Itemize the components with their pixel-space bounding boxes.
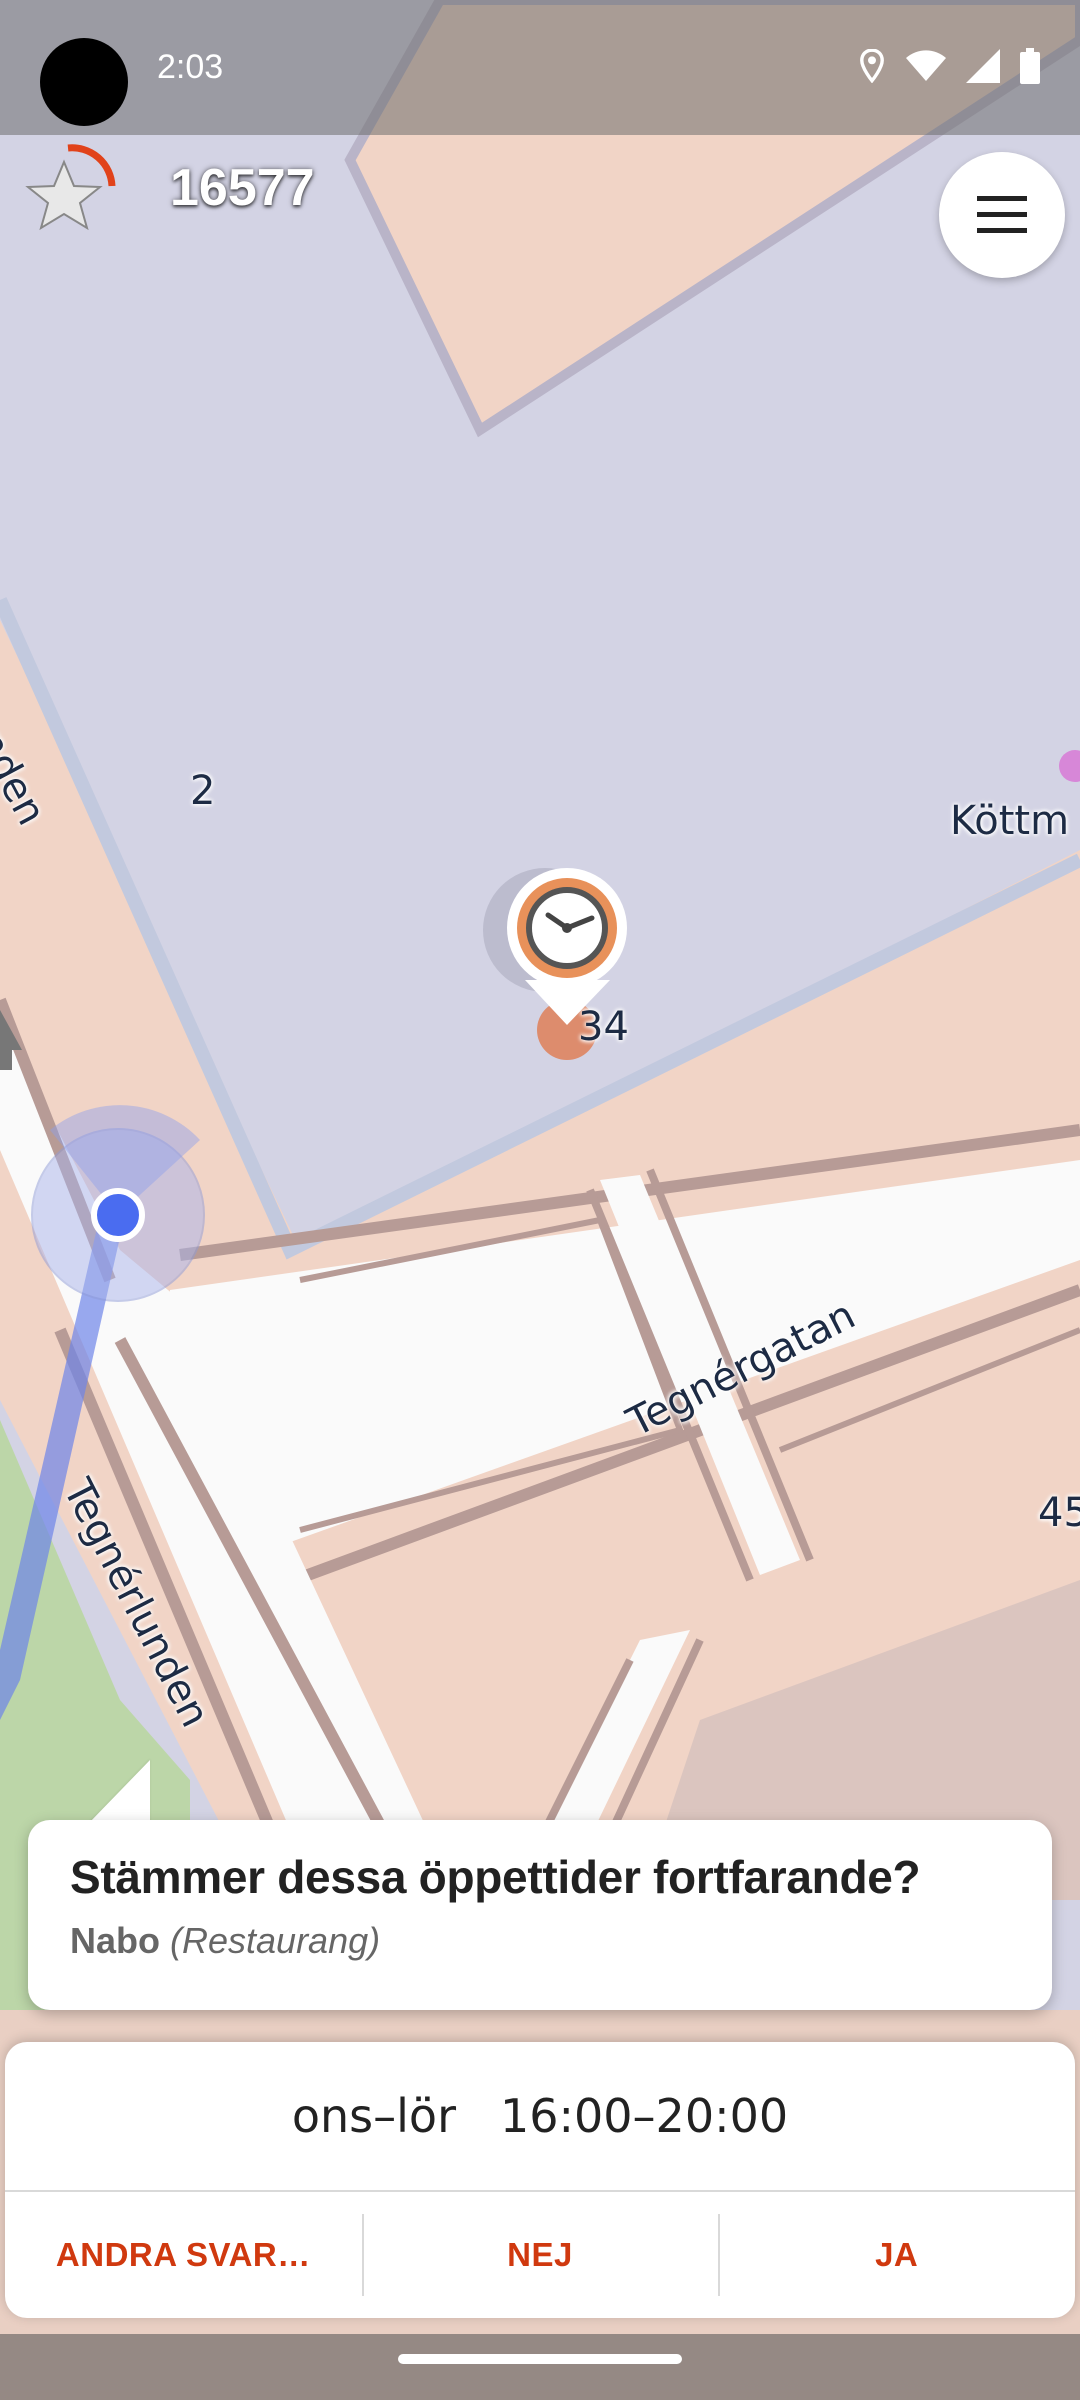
status-time: 2:03 [157, 48, 224, 86]
opening-days: ons–lör [291, 2089, 456, 2143]
quest-title: Stämmer dessa öppettider fortfarande? [70, 1851, 921, 1903]
other-answers-button[interactable]: ANDRA SVAR… [5, 2192, 362, 2318]
answer-card: ons–lör 16:00–20:00 ANDRA SVAR… NEJ JA [5, 2042, 1075, 2318]
yes-button[interactable]: JA [718, 2192, 1075, 2318]
quest-card: Stämmer dessa öppettider fortfarande? Na… [28, 1820, 1052, 2010]
location-icon [860, 49, 884, 83]
map-label-house-34: 34 [578, 1004, 629, 1050]
map-label-house-2: 2 [190, 768, 216, 814]
status-bar: 2:03 [0, 0, 1080, 135]
map-label-poi: Köttm [950, 798, 1070, 844]
camera-cutout [40, 38, 128, 126]
star-score[interactable]: 16577 [24, 140, 315, 236]
quest-card-pointer [88, 1760, 150, 1824]
opening-hours-row[interactable]: ons–lör 16:00–20:00 [5, 2042, 1075, 2190]
no-button[interactable]: NEJ [361, 2192, 719, 2318]
wifi-icon [906, 50, 946, 81]
answer-buttons: ANDRA SVAR… NEJ JA [5, 2192, 1075, 2318]
navigation-bar [0, 2334, 1080, 2400]
quest-subtitle: Nabo (Restaurang) [70, 1920, 1010, 1962]
place-name: Nabo [70, 1920, 160, 1961]
place-type: (Restaurang) [170, 1920, 381, 1961]
battery-icon [1020, 48, 1040, 84]
current-location-indicator [31, 1105, 205, 1302]
map-view[interactable] [0, 0, 1080, 2400]
signal-icon [966, 49, 1000, 83]
hamburger-menu-icon [977, 196, 1027, 233]
home-handle[interactable] [398, 2354, 682, 2364]
star-icon [24, 140, 120, 236]
menu-button[interactable] [939, 152, 1065, 278]
opening-time: 16:00–20:00 [499, 2089, 789, 2143]
score-value: 16577 [170, 159, 315, 217]
map-label-house-45: 45 [1038, 1490, 1080, 1536]
